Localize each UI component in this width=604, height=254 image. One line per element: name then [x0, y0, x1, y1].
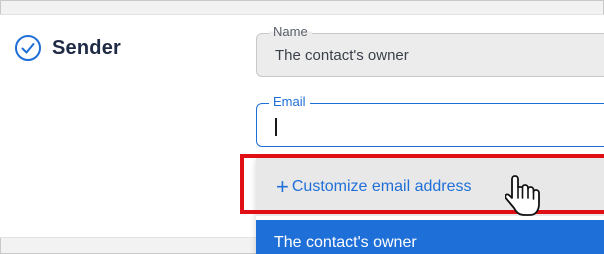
email-field-label: Email — [269, 94, 310, 109]
name-field[interactable]: Name The contact's owner — [256, 24, 604, 77]
text-caret — [275, 118, 277, 136]
email-field[interactable]: Email — [256, 94, 604, 147]
dropdown-option-label: The contact's owner — [274, 234, 417, 251]
sender-section-header: Sender — [14, 34, 121, 62]
name-field-value: The contact's owner — [275, 47, 409, 64]
check-circle-icon — [15, 35, 41, 61]
dropdown-option-contact-owner[interactable]: The contact's owner — [256, 220, 604, 254]
name-field-label: Name — [269, 24, 312, 39]
hand-pointer-icon — [505, 175, 540, 216]
sender-title: Sender — [52, 36, 122, 59]
annotation-highlight-box — [240, 154, 604, 214]
